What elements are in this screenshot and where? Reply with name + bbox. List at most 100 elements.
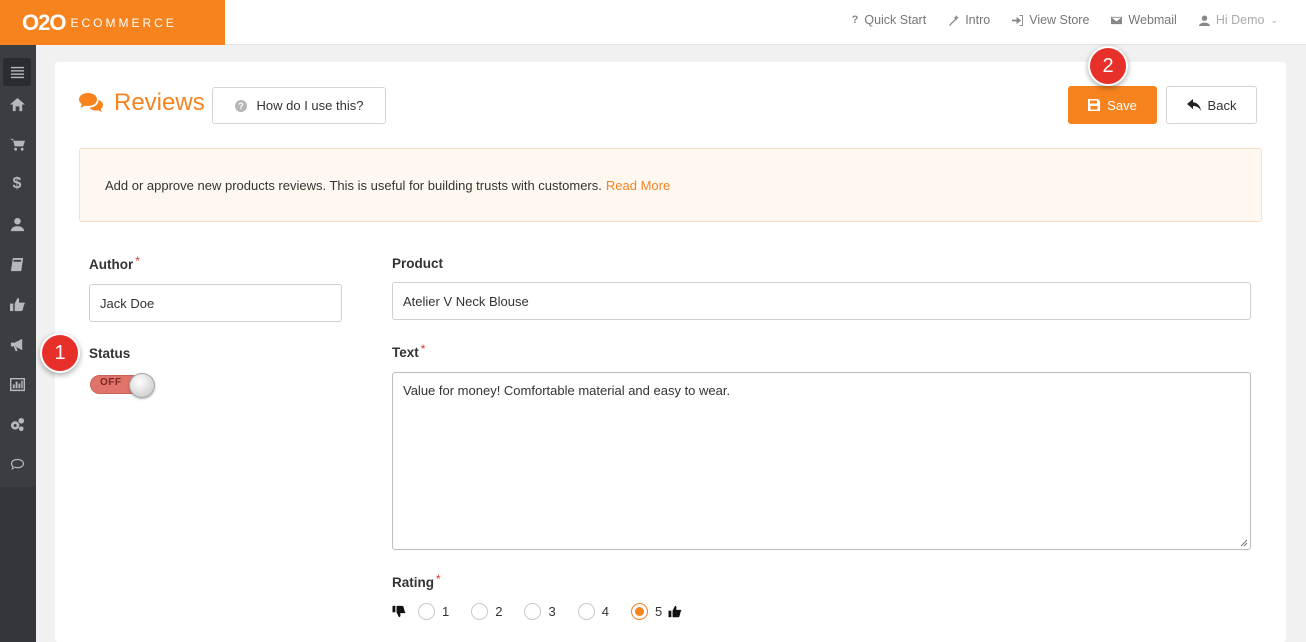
user-icon: [10, 217, 24, 231]
text-label: Text *: [392, 342, 426, 360]
sign-in-icon: [1012, 14, 1024, 26]
sidebar-item-orders[interactable]: [3, 130, 31, 158]
gears-icon: [10, 417, 24, 431]
webmail-label: Webmail: [1128, 13, 1177, 27]
page-title: Reviews: [78, 89, 205, 117]
callout-badge-2: 2: [1088, 46, 1128, 86]
product-label: Product: [392, 256, 443, 271]
envelope-icon: [1111, 16, 1123, 24]
view-store-link[interactable]: View Store: [1012, 13, 1089, 27]
author-label: Author *: [89, 254, 140, 272]
save-button-label: Save: [1107, 97, 1137, 113]
dollar-icon: $: [12, 175, 22, 192]
required-mark: *: [135, 254, 140, 268]
help-button-label: How do I use this?: [256, 98, 364, 113]
product-input[interactable]: Atelier V Neck Blouse: [392, 282, 1251, 320]
sidebar-menu-toggle[interactable]: [3, 58, 31, 86]
author-input[interactable]: Jack Doe: [89, 284, 342, 322]
user-icon: [1198, 14, 1210, 26]
help-button[interactable]: ? How do I use this?: [212, 87, 386, 124]
thumbs-up-icon: [668, 605, 682, 617]
top-bar: O2O ECOMMERCE ? Quick Start Intro View S…: [0, 0, 1306, 45]
rating-radio-5[interactable]: [630, 602, 648, 620]
back-button[interactable]: Back: [1166, 86, 1257, 124]
status-label-text: Status: [89, 346, 131, 361]
rating-option-label: 1: [442, 603, 450, 619]
book-icon: [10, 257, 23, 271]
product-input-value: Atelier V Neck Blouse: [403, 293, 529, 309]
author-label-text: Author: [89, 257, 134, 272]
chart-icon: [9, 377, 25, 391]
required-mark: *: [436, 572, 441, 586]
top-nav: ? Quick Start Intro View Store Webmail H…: [852, 0, 1278, 40]
notice-text: Add or approve new products reviews. Thi…: [105, 177, 602, 193]
toggle-knob[interactable]: [129, 373, 155, 398]
thumbs-down-icon: [392, 605, 406, 617]
rating-label-text: Rating: [392, 575, 434, 590]
rating-option-5[interactable]: 5: [630, 602, 663, 620]
question-icon: ?: [851, 14, 859, 26]
brand-mark: O2O: [22, 9, 66, 35]
sidebar-item-settings[interactable]: [3, 410, 31, 438]
rating-option-label: 3: [548, 603, 556, 619]
read-more-link[interactable]: Read More: [606, 178, 670, 193]
home-icon: [9, 97, 25, 111]
required-mark: *: [420, 342, 426, 356]
quick-start-link[interactable]: ? Quick Start: [852, 13, 927, 27]
intro-link[interactable]: Intro: [948, 13, 990, 27]
sidebar-item-home[interactable]: [3, 90, 31, 118]
view-store-label: View Store: [1029, 13, 1090, 27]
user-label: Hi Demo: [1215, 13, 1265, 27]
brand-logo[interactable]: O2O ECOMMERCE: [0, 0, 225, 45]
sidebar: $: [0, 45, 36, 642]
sidebar-item-catalog[interactable]: [3, 250, 31, 278]
quick-start-label: Quick Start: [864, 13, 927, 27]
sidebar-item-chat[interactable]: [3, 450, 31, 478]
cart-icon: [9, 138, 25, 151]
review-text-area[interactable]: Value for money! Comfortable material an…: [392, 372, 1251, 550]
callout-badge-1: 1: [40, 333, 80, 373]
status-label: Status: [89, 346, 130, 361]
intro-label: Intro: [965, 13, 991, 27]
question-circle-icon: ?: [234, 99, 247, 112]
rating-radio-4[interactable]: [577, 602, 595, 620]
save-button[interactable]: Save: [1068, 86, 1157, 124]
rating-option-label: 5: [654, 603, 663, 619]
rating-radio-2[interactable]: [471, 602, 489, 620]
review-text-value: Value for money! Comfortable material an…: [403, 383, 731, 398]
rating-radio-1[interactable]: [418, 602, 435, 620]
text-label-text: Text: [392, 345, 419, 360]
magic-wand-icon: [949, 14, 960, 26]
svg-text:?: ?: [238, 101, 244, 111]
sidebar-item-marketing[interactable]: [3, 330, 31, 358]
page-title-text: Reviews: [114, 89, 205, 116]
back-button-label: Back: [1207, 97, 1237, 113]
sidebar-item-reports[interactable]: [3, 370, 31, 398]
toggle-state-text: OFF: [100, 377, 122, 388]
sidebar-item-sales[interactable]: $: [3, 170, 31, 198]
resize-handle-icon[interactable]: [1240, 539, 1248, 547]
reply-icon: [1186, 99, 1201, 111]
product-label-text: Product: [392, 256, 444, 271]
sidebar-item-customers[interactable]: [3, 210, 31, 238]
rating-option-3[interactable]: 3: [524, 602, 556, 620]
thumbs-up-icon: [9, 297, 25, 311]
rating-label: Rating *: [392, 572, 441, 590]
sidebar-item-reviews[interactable]: [3, 290, 31, 318]
rating-option-1[interactable]: 1: [418, 602, 450, 620]
rating-radio-3[interactable]: [524, 602, 542, 620]
author-input-value: Jack Doe: [100, 295, 155, 311]
rating-option-2[interactable]: 2: [471, 602, 503, 620]
rating-option-label: 2: [495, 603, 503, 619]
rating-options: 1 2 3 4 5: [392, 600, 682, 622]
floppy-disk-icon: [1088, 99, 1101, 111]
chat-icon: [10, 458, 24, 470]
user-menu[interactable]: Hi Demo ⌄: [1198, 13, 1278, 27]
megaphone-icon: [10, 338, 22, 351]
webmail-link[interactable]: Webmail: [1111, 13, 1177, 27]
comments-icon: [79, 93, 103, 112]
status-toggle[interactable]: OFF: [89, 373, 155, 398]
brand-text: ECOMMERCE: [70, 15, 177, 30]
rating-option-4[interactable]: 4: [577, 602, 609, 620]
info-notice: Add or approve new products reviews. Thi…: [79, 148, 1262, 222]
